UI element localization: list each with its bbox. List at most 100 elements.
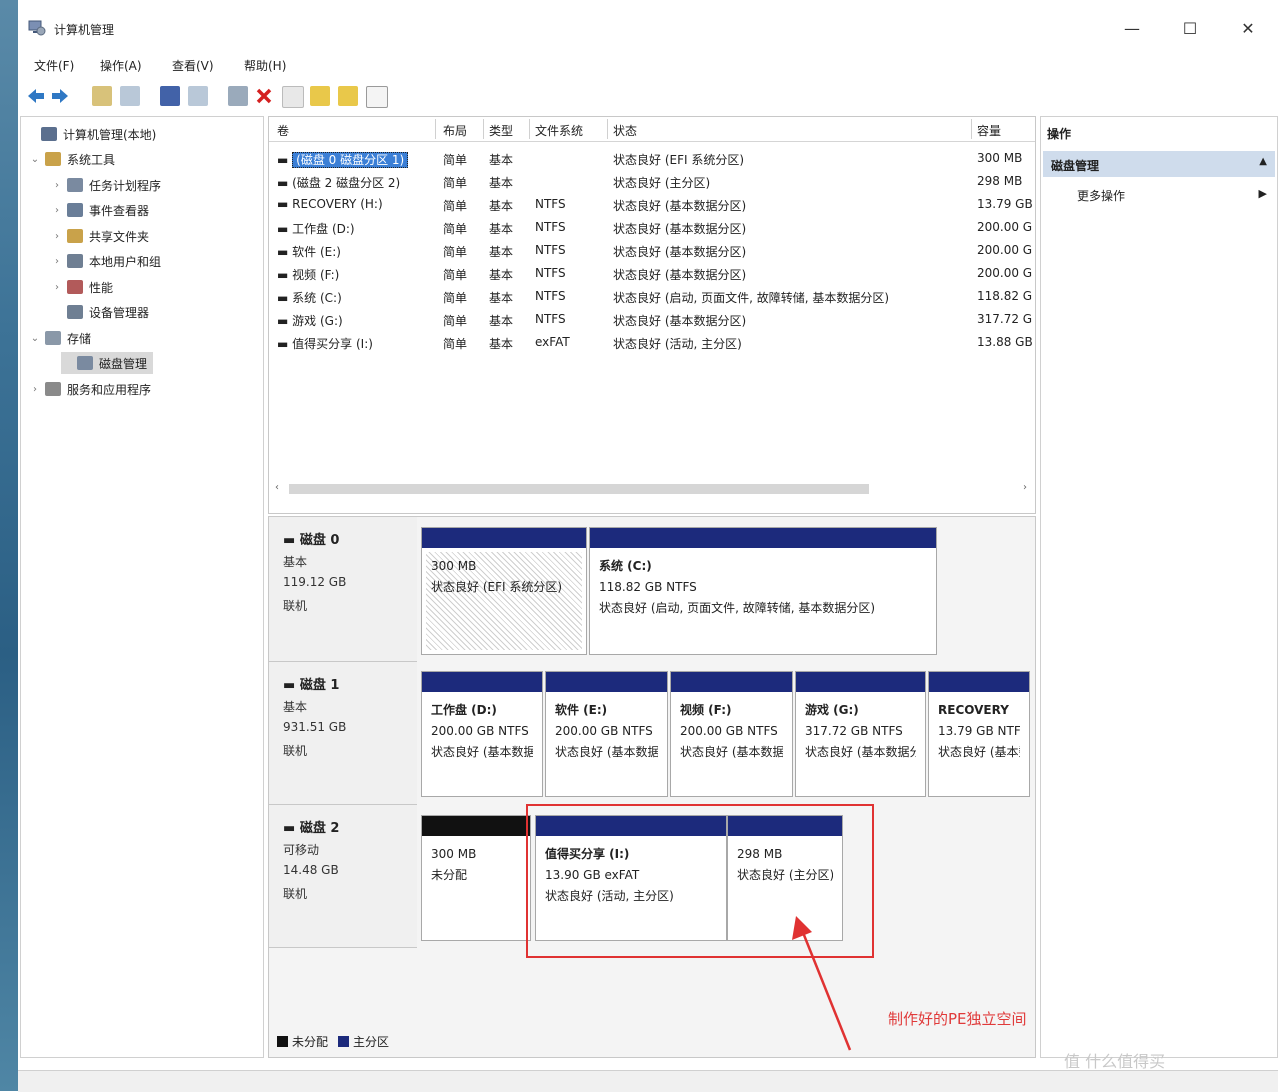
menu-help[interactable]: 帮助(H): [244, 57, 286, 74]
volume-name: ▬ 工作盘 (D:): [277, 222, 355, 236]
partition-software-e[interactable]: 软件 (E:) 200.00 GB NTFS 状态良好 (基本数据分区): [545, 671, 668, 797]
tree-item-local-users-groups[interactable]: › 本地用户和组: [51, 250, 161, 272]
disk-state: 联机: [283, 599, 308, 613]
column-divider: [529, 119, 530, 139]
tree-item-shared-folders[interactable]: › 共享文件夹: [51, 225, 149, 247]
volume-row[interactable]: ▬ (磁盘 2 磁盘分区 2) 简单 基本 状态良好 (主分区) 298 MB: [269, 170, 1035, 193]
disk-size: 119.12 GB: [283, 575, 347, 589]
volume-row[interactable]: ▬ 视频 (F:) 简单 基本 NTFS 状态良好 (基本数据分区) 200.0…: [269, 262, 1035, 285]
partition-status: 状态良好 (启动, 页面文件, 故障转储, 基本数据分区): [599, 601, 876, 615]
partition-status: 状态良好 (基本数据分区): [555, 745, 658, 759]
close-button[interactable]: ✕: [1228, 14, 1268, 44]
volume-row[interactable]: ▬ (磁盘 0 磁盘分区 1) 简单 基本 状态良好 (EFI 系统分区) 30…: [269, 147, 1035, 170]
connect-icon[interactable]: [228, 86, 248, 106]
chevron-right-icon[interactable]: ›: [29, 384, 41, 395]
disk-kind: 基本: [283, 700, 308, 714]
computer-management-icon: [28, 20, 46, 36]
volume-name-text: 工作盘 (D:): [292, 222, 355, 236]
column-header-volume[interactable]: 卷: [277, 122, 289, 139]
partition-recovery-h[interactable]: RECOVERY 13.79 GB NTFS 状态良好 (基本数据分区): [928, 671, 1030, 797]
chevron-down-icon[interactable]: ⌄: [29, 154, 41, 165]
volume-row[interactable]: ▬ RECOVERY (H:) 简单 基本 NTFS 状态良好 (基本数据分区)…: [269, 193, 1035, 216]
scroll-right-icon[interactable]: ›: [1023, 482, 1027, 493]
partition-games-g[interactable]: 游戏 (G:) 317.72 GB NTFS 状态良好 (基本数据分区): [795, 671, 926, 797]
device-manager-icon: [67, 305, 83, 319]
partition-video-f[interactable]: 视频 (F:) 200.00 GB NTFS 状态良好 (基本数据分区): [670, 671, 793, 797]
chevron-down-icon[interactable]: ⌄: [29, 333, 41, 344]
tree-item-storage[interactable]: ⌄ 存储: [29, 327, 91, 349]
volume-status: 状态良好 (基本数据分区): [613, 199, 747, 213]
partition-efi[interactable]: 300 MB 状态良好 (EFI 系统分区): [421, 527, 587, 655]
partition-status: 状态良好 (基本数据分区): [680, 745, 783, 759]
tree-item-event-viewer[interactable]: › 事件查看器: [51, 199, 149, 221]
view-icon[interactable]: [366, 86, 388, 108]
column-header-capacity[interactable]: 容量: [977, 122, 1001, 139]
volume-name: ▬ 软件 (E:): [277, 245, 341, 259]
tree-item-system-tools[interactable]: ⌄ 系统工具: [29, 148, 115, 170]
column-header-status[interactable]: 状态: [613, 122, 637, 139]
scrollbar-thumb[interactable]: [289, 484, 869, 494]
delete-x-icon[interactable]: [254, 86, 274, 106]
disk-title-text: 磁盘 2: [299, 821, 340, 836]
chevron-right-icon[interactable]: ▶: [1259, 187, 1267, 200]
chevron-right-icon[interactable]: ›: [51, 256, 63, 267]
back-arrow-icon[interactable]: [26, 86, 46, 106]
disk-state: 联机: [283, 744, 308, 758]
volume-name-text: (磁盘 2 磁盘分区 2): [292, 176, 401, 190]
tree-item-computer-management[interactable]: 计算机管理(本地): [25, 123, 156, 145]
chevron-right-icon[interactable]: ›: [51, 180, 63, 191]
tree-item-performance[interactable]: › 性能: [51, 276, 113, 298]
partition-system-c[interactable]: 系统 (C:) 118.82 GB NTFS 状态良好 (启动, 页面文件, 故…: [589, 527, 937, 655]
clock-icon: [67, 178, 83, 192]
volume-name: ▬ (磁盘 0 磁盘分区 1): [277, 151, 435, 168]
partition-work-d[interactable]: 工作盘 (D:) 200.00 GB NTFS 状态良好 (基本数据分区): [421, 671, 543, 797]
help-book-icon[interactable]: [160, 86, 180, 106]
volume-layout: 简单: [443, 222, 468, 236]
properties-icon[interactable]: [282, 86, 304, 108]
menu-file[interactable]: 文件(F): [34, 57, 74, 74]
actions-section-disk-management[interactable]: 磁盘管理 ▲: [1043, 151, 1275, 177]
volume-layout: 简单: [443, 245, 468, 259]
up-folder-icon[interactable]: [92, 86, 112, 106]
volume-row[interactable]: ▬ 值得买分享 (I:) 简单 基本 exFAT 状态良好 (活动, 主分区) …: [269, 331, 1035, 354]
chevron-right-icon[interactable]: ›: [51, 231, 63, 242]
disk-2-label[interactable]: ▬ 磁盘 2 可移动 14.48 GB 联机: [269, 805, 417, 948]
disk-1-label[interactable]: ▬ 磁盘 1 基本 931.51 GB 联机: [269, 662, 417, 805]
forward-arrow-icon[interactable]: [50, 86, 70, 106]
volume-capacity: 200.00 GB: [977, 266, 1033, 280]
show-tree-icon[interactable]: [120, 86, 140, 106]
folder-icon[interactable]: [310, 86, 330, 106]
show-panel-icon[interactable]: [188, 86, 208, 106]
collapse-caret-icon[interactable]: ▲: [1259, 156, 1267, 167]
column-header-layout[interactable]: 布局: [443, 122, 467, 139]
minimize-button[interactable]: —: [1112, 14, 1152, 44]
partition-size: 13.79 GB NTFS: [938, 724, 1020, 738]
disk-0-label[interactable]: ▬ 磁盘 0 基本 119.12 GB 联机: [269, 517, 417, 662]
partition-body: 300 MB 状态良好 (EFI 系统分区): [426, 552, 582, 650]
maximize-button[interactable]: ☐: [1170, 14, 1210, 44]
volume-row[interactable]: ▬ 游戏 (G:) 简单 基本 NTFS 状态良好 (基本数据分区) 317.7…: [269, 308, 1035, 331]
tree-item-device-manager[interactable]: 设备管理器: [51, 301, 149, 323]
volume-status: 状态良好 (主分区): [613, 176, 711, 190]
menu-view[interactable]: 查看(V): [172, 57, 214, 74]
volume-row[interactable]: ▬ 系统 (C:) 简单 基本 NTFS 状态良好 (启动, 页面文件, 故障转…: [269, 285, 1035, 308]
menu-action[interactable]: 操作(A): [100, 57, 142, 74]
tree-item-task-scheduler[interactable]: › 任务计划程序: [51, 174, 161, 196]
volume-row[interactable]: ▬ 软件 (E:) 简单 基本 NTFS 状态良好 (基本数据分区) 200.0…: [269, 239, 1035, 262]
tree-item-services-applications[interactable]: › 服务和应用程序: [29, 378, 151, 400]
horizontal-scrollbar[interactable]: ‹ ›: [275, 481, 1027, 497]
chevron-right-icon[interactable]: ›: [51, 282, 63, 293]
column-header-type[interactable]: 类型: [489, 122, 513, 139]
partition-bar: [929, 672, 1029, 692]
scroll-left-icon[interactable]: ‹: [275, 482, 279, 493]
volume-row[interactable]: ▬ 工作盘 (D:) 简单 基本 NTFS 状态良好 (基本数据分区) 200.…: [269, 216, 1035, 239]
partition-unallocated[interactable]: 300 MB 未分配: [421, 815, 531, 941]
tree-item-disk-management[interactable]: 磁盘管理: [61, 352, 154, 374]
search-folder-icon[interactable]: [338, 86, 358, 106]
chevron-right-icon[interactable]: ›: [51, 205, 63, 216]
volume-capacity: 300 MB: [977, 151, 1023, 165]
disk-title: ▬ 磁盘 2: [283, 821, 340, 836]
column-header-filesystem[interactable]: 文件系统: [535, 122, 583, 139]
more-actions-link[interactable]: 更多操作: [1077, 187, 1125, 204]
volume-status: 状态良好 (基本数据分区): [613, 245, 747, 259]
